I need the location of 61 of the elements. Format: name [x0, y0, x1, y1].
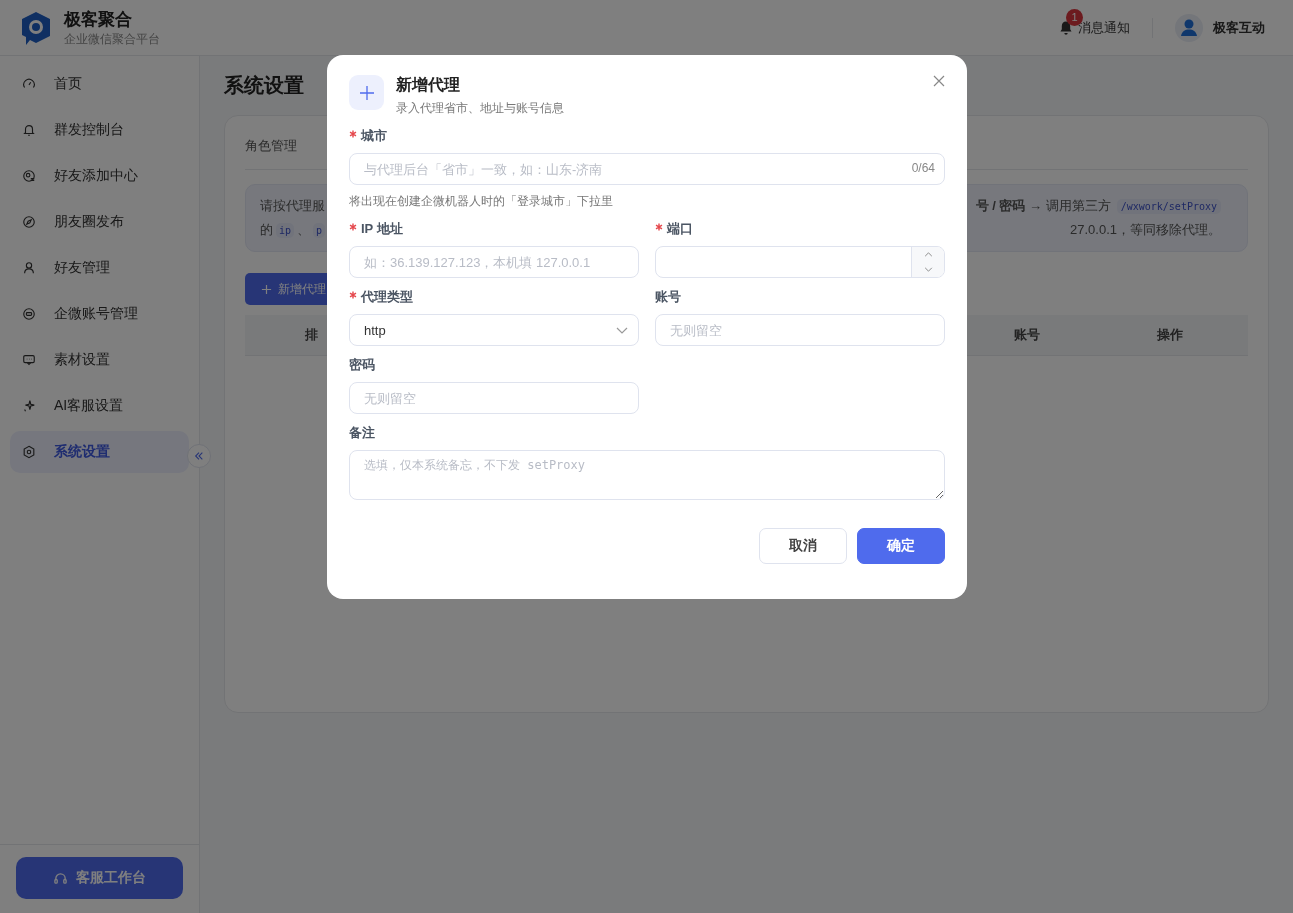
sidebar-item[interactable]: 好友管理 [10, 247, 189, 289]
down-icon[interactable] [923, 267, 933, 272]
field-hint: 将出现在创建企微机器人时的「登录城市」下拉里 [349, 193, 614, 210]
field-label: 账号 [655, 288, 681, 306]
tab[interactable]: 角色管理 [245, 138, 297, 153]
headset-icon [53, 870, 68, 886]
code-snippet: p [313, 222, 326, 238]
field-label: 密码 [349, 356, 375, 374]
page-title: 系统设置 [224, 73, 304, 98]
bell-icon[interactable] [1058, 19, 1074, 36]
field-label: 代理类型 [361, 288, 413, 306]
user-icon [22, 261, 36, 275]
close-icon[interactable] [933, 75, 945, 87]
workstation-button[interactable]: 客服工作台 [16, 857, 183, 899]
chat-icon [22, 353, 36, 367]
bell-icon [22, 123, 36, 137]
sidebar-item[interactable]: 朋友圈发布 [10, 201, 189, 243]
user-name[interactable]: 极客互动 [1213, 18, 1265, 37]
input-field[interactable]: 无则留空 [655, 314, 945, 346]
notice-text: 27.0.0.1，等同移除代理。 [1070, 221, 1221, 239]
notice-text: 请按代理服 [260, 197, 325, 215]
sidebar-item[interactable]: 企微账号管理 [10, 293, 189, 335]
code-snippet: ip [276, 222, 295, 238]
input-field[interactable]: 如：36.139.127.123，本机填 127.0.0.1 [349, 246, 639, 278]
cancel-button[interactable]: 取消 [759, 528, 847, 564]
field-label: IP 地址 [361, 220, 403, 238]
dialog-subtitle: 录入代理省市、地址与账号信息 [396, 100, 564, 117]
sidebar-item[interactable]: 素材设置 [10, 339, 189, 381]
select-field[interactable]: http [349, 314, 639, 346]
confirm-button[interactable]: 确定 [857, 528, 945, 564]
notice-text: 的 [260, 221, 273, 239]
field-label: 端口 [667, 220, 693, 238]
avatar-icon[interactable] [1175, 13, 1203, 42]
textarea-field[interactable]: 选填，仅本系统备忘，不下发 setProxy [349, 450, 945, 500]
dialog-title: 新增代理 [396, 75, 461, 95]
plus-icon [261, 283, 272, 295]
sidebar-item[interactable]: 群发控制台 [10, 109, 189, 151]
up-icon[interactable] [923, 252, 933, 257]
user-add-icon [22, 169, 36, 183]
notification-badge: 1 [1066, 8, 1083, 26]
sidebar-item[interactable]: 系统设置 [10, 431, 189, 473]
collapse-button[interactable] [187, 444, 211, 468]
field-label: 备注 [349, 424, 375, 442]
compass-icon [22, 215, 36, 229]
chevron-down-icon [616, 326, 628, 334]
double-chevron-icon [194, 451, 204, 461]
sidebar-item[interactable]: 首页 [10, 63, 189, 105]
notice-text: 、 [297, 221, 311, 239]
sparkle-icon [22, 399, 36, 413]
sidebar-item[interactable]: 好友添加中心 [10, 155, 189, 197]
stepper-buttons[interactable] [911, 247, 944, 277]
input-field[interactable]: 无则留空 [349, 382, 639, 414]
sidebar-item[interactable]: AI客服设置 [10, 385, 189, 427]
plus-icon [349, 75, 384, 110]
gear-icon [22, 445, 36, 459]
character-counter: 0/64 [911, 161, 935, 175]
app-name: 极客聚合 [64, 8, 133, 31]
field-label: 城市 [361, 127, 387, 145]
notice-text: 号 / 密码 → 调用第三方 [975, 197, 1111, 215]
gauge-icon [22, 77, 36, 91]
code-snippet: /wxwork/setProxy [1116, 198, 1221, 214]
